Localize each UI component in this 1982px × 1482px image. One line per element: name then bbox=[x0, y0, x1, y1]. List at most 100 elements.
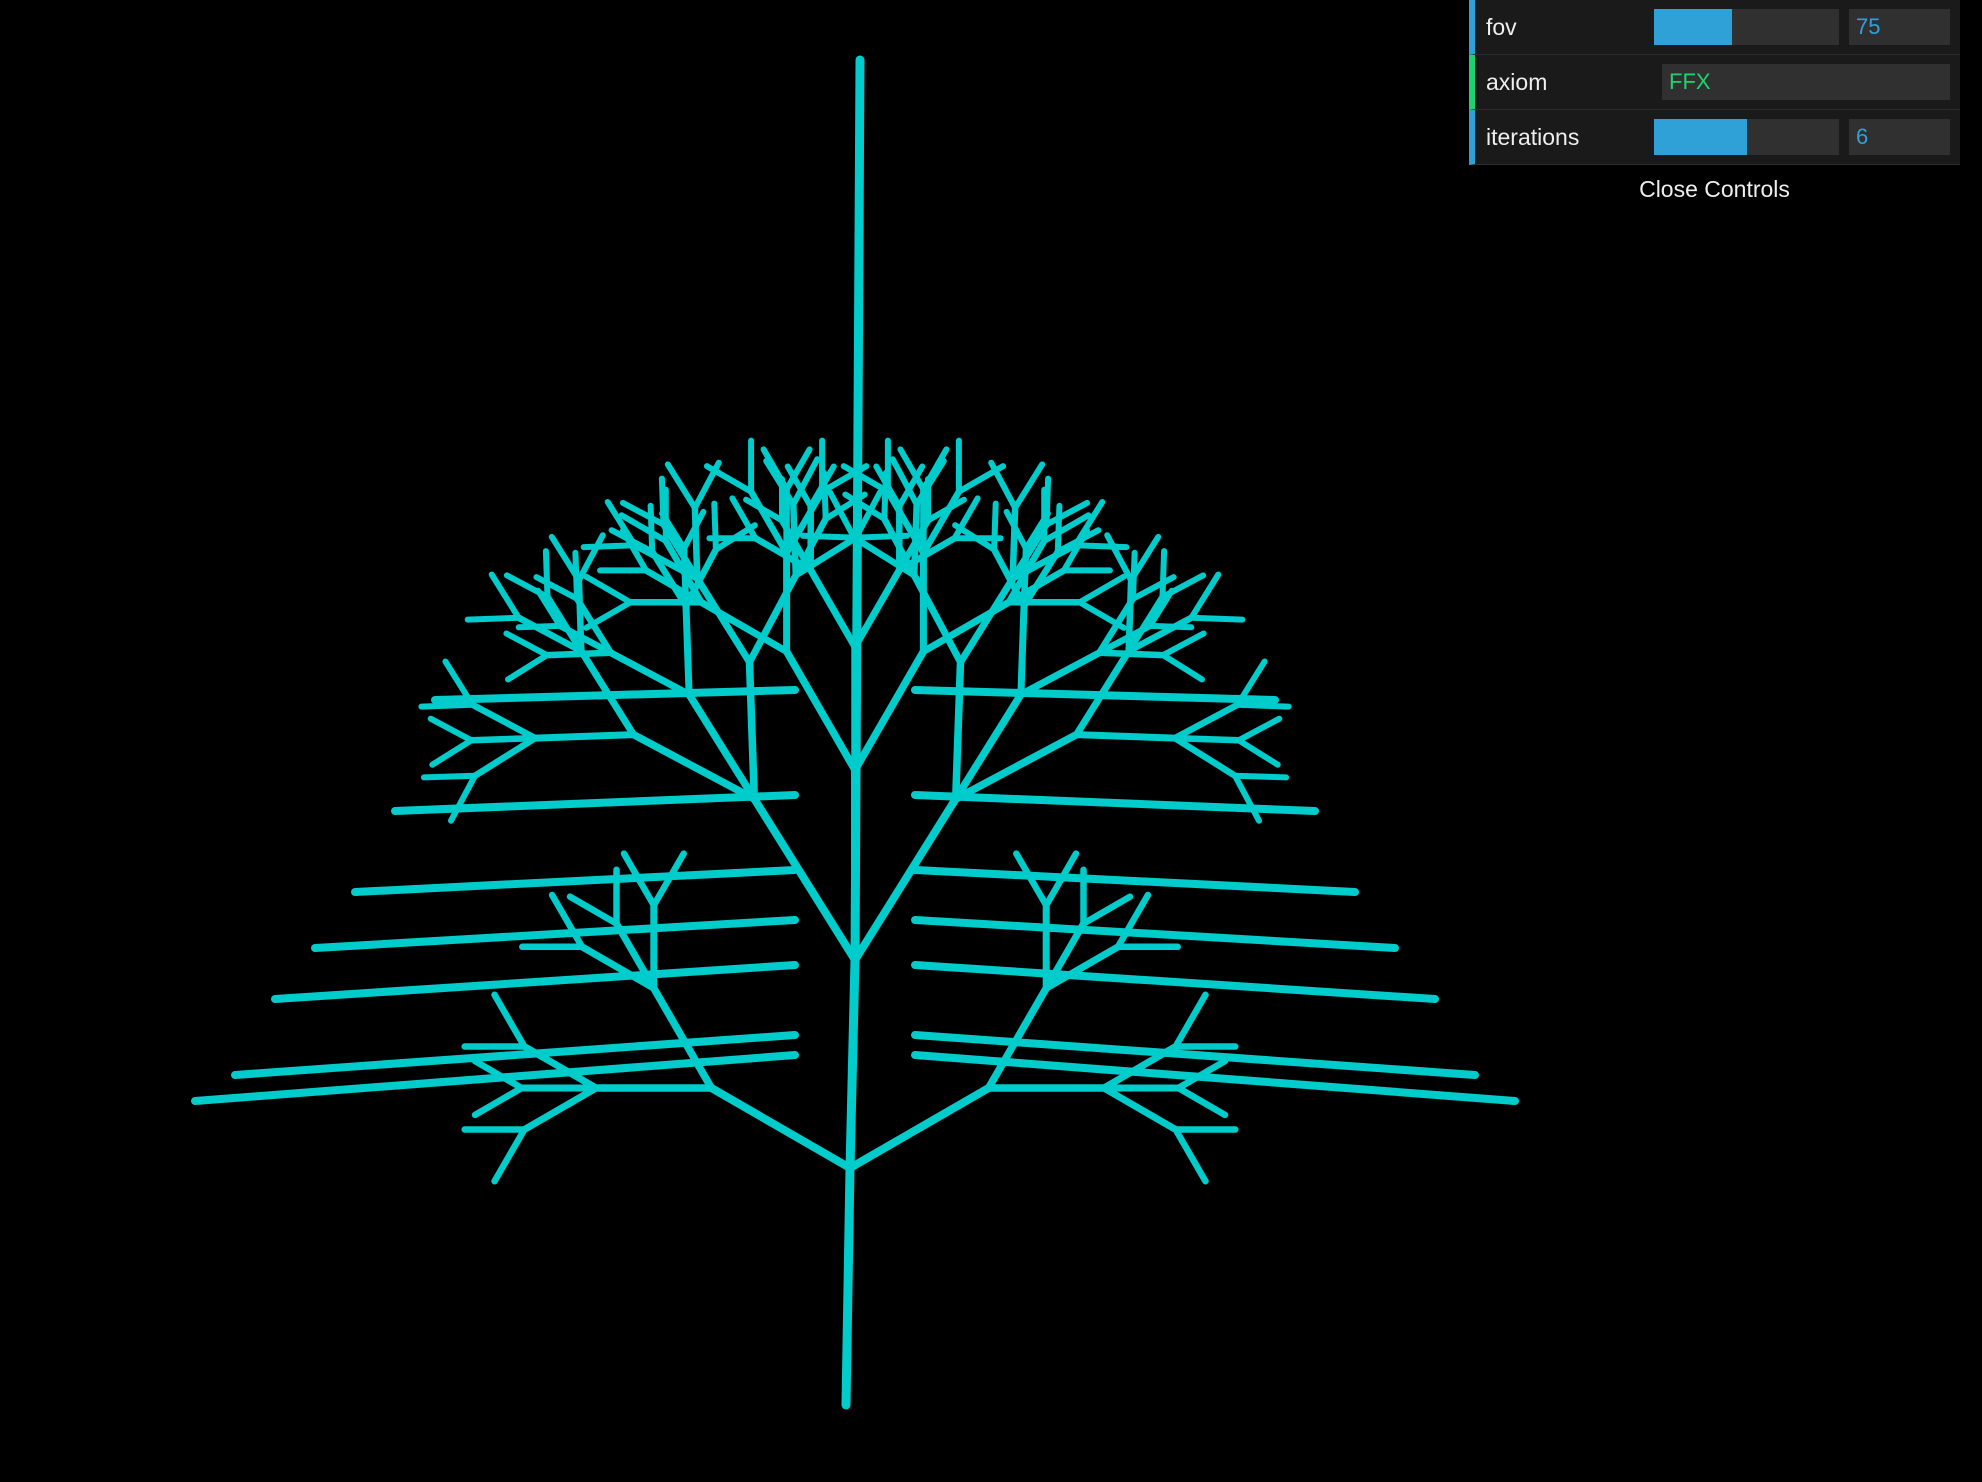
branch-segment bbox=[711, 500, 719, 553]
branch-segment bbox=[231, 1031, 799, 1079]
branch-segment bbox=[845, 955, 860, 1173]
branch-segment bbox=[491, 1126, 528, 1185]
axiom-input[interactable] bbox=[1662, 64, 1950, 100]
branch-segment bbox=[418, 701, 476, 710]
branch-segment bbox=[647, 502, 656, 555]
branch-segment bbox=[1100, 1084, 1180, 1133]
branch-segment bbox=[1104, 532, 1135, 584]
branch-segment bbox=[427, 715, 475, 744]
controls-panel: fov axiom iterations Close Controls bbox=[1469, 0, 1960, 215]
branch-segment bbox=[607, 649, 693, 698]
branch-segment bbox=[505, 652, 550, 683]
branch-segment bbox=[543, 649, 615, 659]
axiom-label: axiom bbox=[1486, 68, 1548, 95]
branch-segment bbox=[271, 961, 799, 1003]
iterations-slider-fill bbox=[1654, 119, 1747, 155]
branch-segment bbox=[520, 1084, 600, 1133]
branch-segment bbox=[911, 686, 1279, 704]
branch-segment bbox=[1146, 622, 1195, 631]
branch-segment bbox=[471, 1084, 525, 1119]
branch-segment bbox=[469, 701, 539, 742]
fov-input[interactable] bbox=[1849, 9, 1950, 45]
branch-segment bbox=[351, 866, 799, 896]
branch-segment bbox=[1171, 734, 1242, 744]
branch-segment bbox=[542, 548, 551, 600]
iterations-label: iterations bbox=[1486, 123, 1580, 150]
branch-segment bbox=[782, 647, 859, 774]
iterations-slider[interactable] bbox=[1654, 119, 1839, 155]
branch-segment bbox=[1159, 548, 1168, 600]
branch-segment bbox=[1080, 893, 1134, 927]
branch-segment bbox=[572, 549, 580, 602]
branch-segment bbox=[464, 614, 522, 623]
fov-slider-fill bbox=[1654, 9, 1732, 45]
branch-segment bbox=[1232, 772, 1290, 781]
branch-segment bbox=[1072, 542, 1130, 551]
branch-segment bbox=[431, 686, 799, 704]
branch-segment bbox=[911, 961, 1439, 1003]
branch-segment bbox=[1172, 1126, 1209, 1185]
branch-segment bbox=[911, 791, 1319, 815]
branch-segment bbox=[583, 573, 634, 606]
close-controls-button[interactable]: Close Controls bbox=[1469, 165, 1960, 215]
branch-segment bbox=[1017, 649, 1103, 698]
branch-segment bbox=[1012, 461, 1046, 511]
branch-segment bbox=[851, 647, 928, 774]
lsystem-canvas[interactable] bbox=[0, 0, 1982, 1482]
fov-control: fov bbox=[1469, 0, 1960, 55]
branch-segment bbox=[1171, 701, 1241, 742]
branch-segment bbox=[580, 542, 638, 551]
branch-segment bbox=[448, 772, 478, 824]
branch-segment bbox=[515, 622, 564, 631]
branch-segment bbox=[1171, 734, 1239, 779]
branch-segment bbox=[1175, 1084, 1229, 1119]
branch-segment bbox=[1188, 614, 1246, 623]
branch-segment bbox=[566, 893, 620, 927]
branch-segment bbox=[391, 791, 799, 815]
branch-segment bbox=[491, 991, 528, 1050]
branch-segment bbox=[750, 794, 859, 964]
branch-segment bbox=[851, 794, 960, 964]
branch-segment bbox=[1235, 737, 1281, 768]
branch-segment bbox=[468, 734, 539, 744]
branch-segment bbox=[1054, 502, 1063, 555]
branch-segment bbox=[911, 866, 1359, 896]
branch-segment bbox=[851, 566, 903, 651]
branch-segment bbox=[745, 658, 759, 803]
branch-segment bbox=[1160, 652, 1205, 683]
branch-segment bbox=[807, 566, 859, 651]
branch-segment bbox=[957, 575, 1017, 666]
fov-label: fov bbox=[1486, 13, 1517, 40]
branch-segment bbox=[1172, 991, 1209, 1050]
branch-segment bbox=[1234, 701, 1292, 710]
branch-segment bbox=[1073, 731, 1179, 742]
branch-segment bbox=[951, 658, 965, 803]
branch-segment bbox=[1235, 715, 1283, 744]
branch-segment bbox=[991, 500, 999, 553]
branch-segment bbox=[429, 737, 475, 768]
iterations-control: iterations bbox=[1469, 110, 1960, 165]
fov-slider[interactable] bbox=[1654, 9, 1839, 45]
branch-segment bbox=[1076, 573, 1127, 606]
branch-segment bbox=[1017, 602, 1028, 698]
branch-segment bbox=[531, 731, 637, 742]
branch-segment bbox=[1130, 549, 1138, 602]
branch-segment bbox=[575, 532, 606, 584]
branch-segment bbox=[707, 1084, 854, 1172]
branch-segment bbox=[911, 1051, 1519, 1105]
branch-segment bbox=[420, 772, 478, 781]
branch-segment bbox=[664, 461, 698, 511]
axiom-control: axiom bbox=[1469, 55, 1960, 110]
branch-segment bbox=[693, 575, 753, 666]
branch-segment bbox=[583, 599, 634, 631]
branch-segment bbox=[1095, 649, 1167, 659]
branch-segment bbox=[471, 734, 539, 779]
branch-segment bbox=[1232, 772, 1262, 824]
iterations-input[interactable] bbox=[1849, 119, 1950, 155]
branch-segment bbox=[841, 1163, 855, 1410]
branch-segment bbox=[682, 602, 693, 698]
branch-segment bbox=[846, 1084, 993, 1172]
branch-segment bbox=[1076, 599, 1127, 631]
branch-segment bbox=[503, 630, 550, 659]
branch-segment bbox=[1160, 630, 1207, 659]
